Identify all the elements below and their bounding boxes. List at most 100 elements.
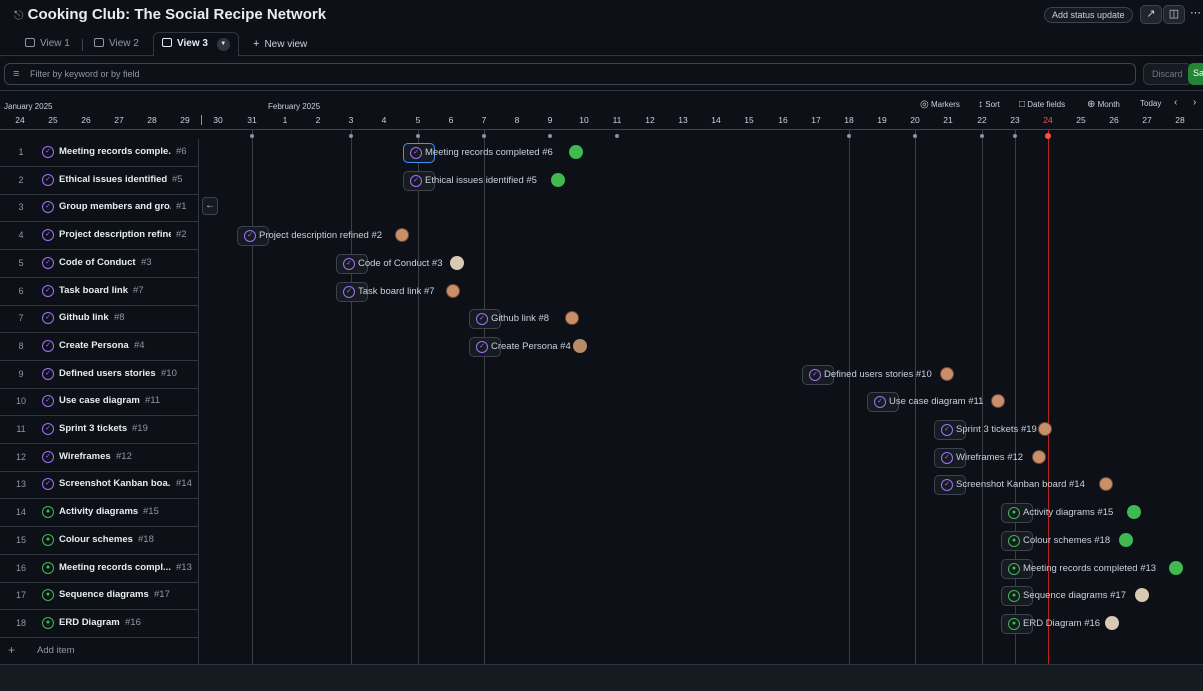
list-item[interactable]: 17 ● Sequence diagrams #17 (0, 582, 198, 611)
list-item[interactable]: 6 ✓ Task board link #7 (0, 278, 198, 306)
avatar[interactable] (395, 228, 409, 243)
project-header: ⎋ Cooking Club: The Social Recipe Networ… (0, 0, 1203, 30)
list-item[interactable]: 9 ✓ Defined users stories #10 (0, 361, 198, 389)
item-title[interactable]: Create Persona (59, 340, 129, 351)
scroll-to-item-arrow-icon[interactable]: ← (202, 197, 218, 215)
tab-view-3[interactable]: View 3 ▼ (153, 32, 239, 56)
row-number: 17 (15, 590, 26, 601)
avatar[interactable] (1119, 532, 1133, 547)
list-item[interactable]: 4 ✓ Project description refined #2 (0, 222, 198, 251)
day-label: 18 (844, 115, 854, 125)
item-title[interactable]: Wireframes (59, 451, 111, 462)
list-item[interactable]: 11 ✓ Sprint 3 tickets #19 (0, 416, 198, 444)
item-title[interactable]: Defined users stories (59, 368, 156, 379)
avatar[interactable] (940, 366, 954, 381)
add-status-update-button[interactable]: Add status update (1044, 7, 1133, 23)
item-title[interactable]: Meeting records compl... (59, 562, 171, 573)
new-view-button[interactable]: + New view (253, 33, 307, 55)
sort-button[interactable]: ↕ Sort (978, 99, 1000, 110)
list-item[interactable]: 1 ✓ Meeting records comple... #6 (0, 139, 198, 167)
item-title[interactable]: Ethical issues identified (59, 174, 167, 185)
list-item[interactable]: 8 ✓ Create Persona #4 (0, 333, 198, 361)
issue-closed-icon: ✓ (42, 201, 54, 214)
issue-closed-icon: ✓ (343, 285, 355, 298)
avatar[interactable] (450, 255, 464, 270)
list-item[interactable]: 14 ● Activity diagrams #15 (0, 499, 198, 528)
item-title[interactable]: Github link (59, 312, 109, 323)
avatar[interactable] (551, 172, 565, 187)
panel-icon[interactable]: ◫ (1163, 5, 1185, 24)
discard-button[interactable]: Discard (1143, 63, 1192, 85)
list-item[interactable]: 10 ✓ Use case diagram #11 (0, 388, 198, 417)
today-button[interactable]: Today (1140, 99, 1161, 108)
item-title[interactable]: Sequence diagrams (59, 589, 149, 600)
bar-label: Sprint 3 tickets #19 (956, 424, 1037, 435)
add-item-button[interactable]: + Add item (0, 643, 198, 661)
row-number: 18 (15, 617, 26, 628)
item-title[interactable]: Screenshot Kanban boa... (59, 478, 171, 489)
row-number: 4 (18, 230, 24, 241)
day-label: 29 (180, 115, 190, 125)
list-item[interactable]: 7 ✓ Github link #8 (0, 305, 198, 334)
item-number: #18 (138, 533, 154, 545)
item-title[interactable]: Meeting records comple... (59, 146, 171, 157)
chevron-right-icon[interactable]: › (1193, 97, 1196, 108)
avatar[interactable] (1127, 505, 1141, 520)
filter-input[interactable]: ≡ Filter by keyword or by field (4, 63, 1136, 85)
avatar[interactable] (1038, 422, 1052, 436)
list-item[interactable]: 18 ● ERD Diagram #16 (0, 610, 198, 638)
tab-view-1[interactable]: View 1 (25, 33, 70, 55)
bar-label: Task board link #7 (358, 285, 435, 297)
issue-open-icon: ● (1008, 590, 1020, 603)
day-label: 16 (778, 115, 788, 125)
list-item[interactable]: 2 ✓ Ethical issues identified #5 (0, 167, 198, 195)
item-title[interactable]: Task board link (59, 285, 128, 296)
avatar[interactable] (1169, 560, 1183, 575)
day-label: 6 (448, 115, 454, 125)
list-item[interactable]: 16 ● Meeting records compl... #13 (0, 555, 198, 583)
bar-label: Sequence diagrams #17 (1023, 590, 1126, 602)
chart-icon[interactable]: ↗ (1140, 5, 1162, 24)
list-item[interactable]: 3 ✓ Group members and gro... #1 (0, 194, 198, 223)
day-label: 2 (315, 115, 321, 125)
avatar[interactable] (1105, 615, 1119, 630)
item-title[interactable]: Colour schemes (59, 534, 133, 545)
avatar[interactable] (573, 338, 587, 353)
row-number: 8 (18, 340, 24, 351)
ellipsis-icon[interactable]: ⋯ (1190, 6, 1201, 19)
item-title[interactable]: Project description refined (59, 229, 171, 240)
issue-closed-icon: ✓ (42, 423, 54, 435)
item-title[interactable]: ERD Diagram (59, 617, 120, 628)
item-title[interactable]: Code of Conduct (59, 257, 136, 268)
list-item[interactable]: 5 ✓ Code of Conduct #3 (0, 250, 198, 278)
item-title[interactable]: Sprint 3 tickets (59, 423, 127, 434)
chevron-left-icon[interactable]: ‹ (1174, 97, 1177, 108)
item-title[interactable]: Activity diagrams (59, 506, 138, 517)
issue-closed-icon: ✓ (476, 313, 488, 326)
day-label: 31 (247, 115, 257, 125)
day-label: 20 (910, 115, 920, 125)
item-title[interactable]: Use case diagram (59, 395, 140, 406)
avatar[interactable] (446, 283, 460, 298)
marker-dot (349, 134, 353, 138)
issue-closed-icon: ✓ (343, 257, 355, 270)
save-button[interactable]: Save (1188, 63, 1203, 85)
zoom-month-button[interactable]: ⊕ Month (1087, 99, 1120, 110)
bar-label: Meeting records completed #6 (425, 147, 553, 158)
table-icon (25, 38, 35, 47)
markers-button[interactable]: ◎ Markers (920, 99, 960, 110)
list-item[interactable]: 15 ● Colour schemes #18 (0, 527, 198, 555)
avatar[interactable] (569, 145, 583, 159)
view-options-dropdown-icon[interactable]: ▼ (216, 38, 230, 51)
tab-view-2[interactable]: View 2 (94, 33, 139, 55)
bar-label: Github link #8 (491, 313, 550, 325)
issue-open-icon: ● (42, 533, 54, 546)
marker-dot (482, 134, 486, 138)
list-item[interactable]: 12 ✓ Wireframes #12 (0, 444, 198, 472)
date-fields-button[interactable]: □ Date fields (1019, 99, 1065, 110)
item-title[interactable]: Group members and gro... (59, 201, 171, 212)
list-item[interactable]: 13 ✓ Screenshot Kanban boa... #14 (0, 471, 198, 500)
marker-dot (548, 134, 552, 138)
issue-closed-icon: ✓ (42, 339, 54, 352)
avatar[interactable] (1032, 449, 1046, 464)
